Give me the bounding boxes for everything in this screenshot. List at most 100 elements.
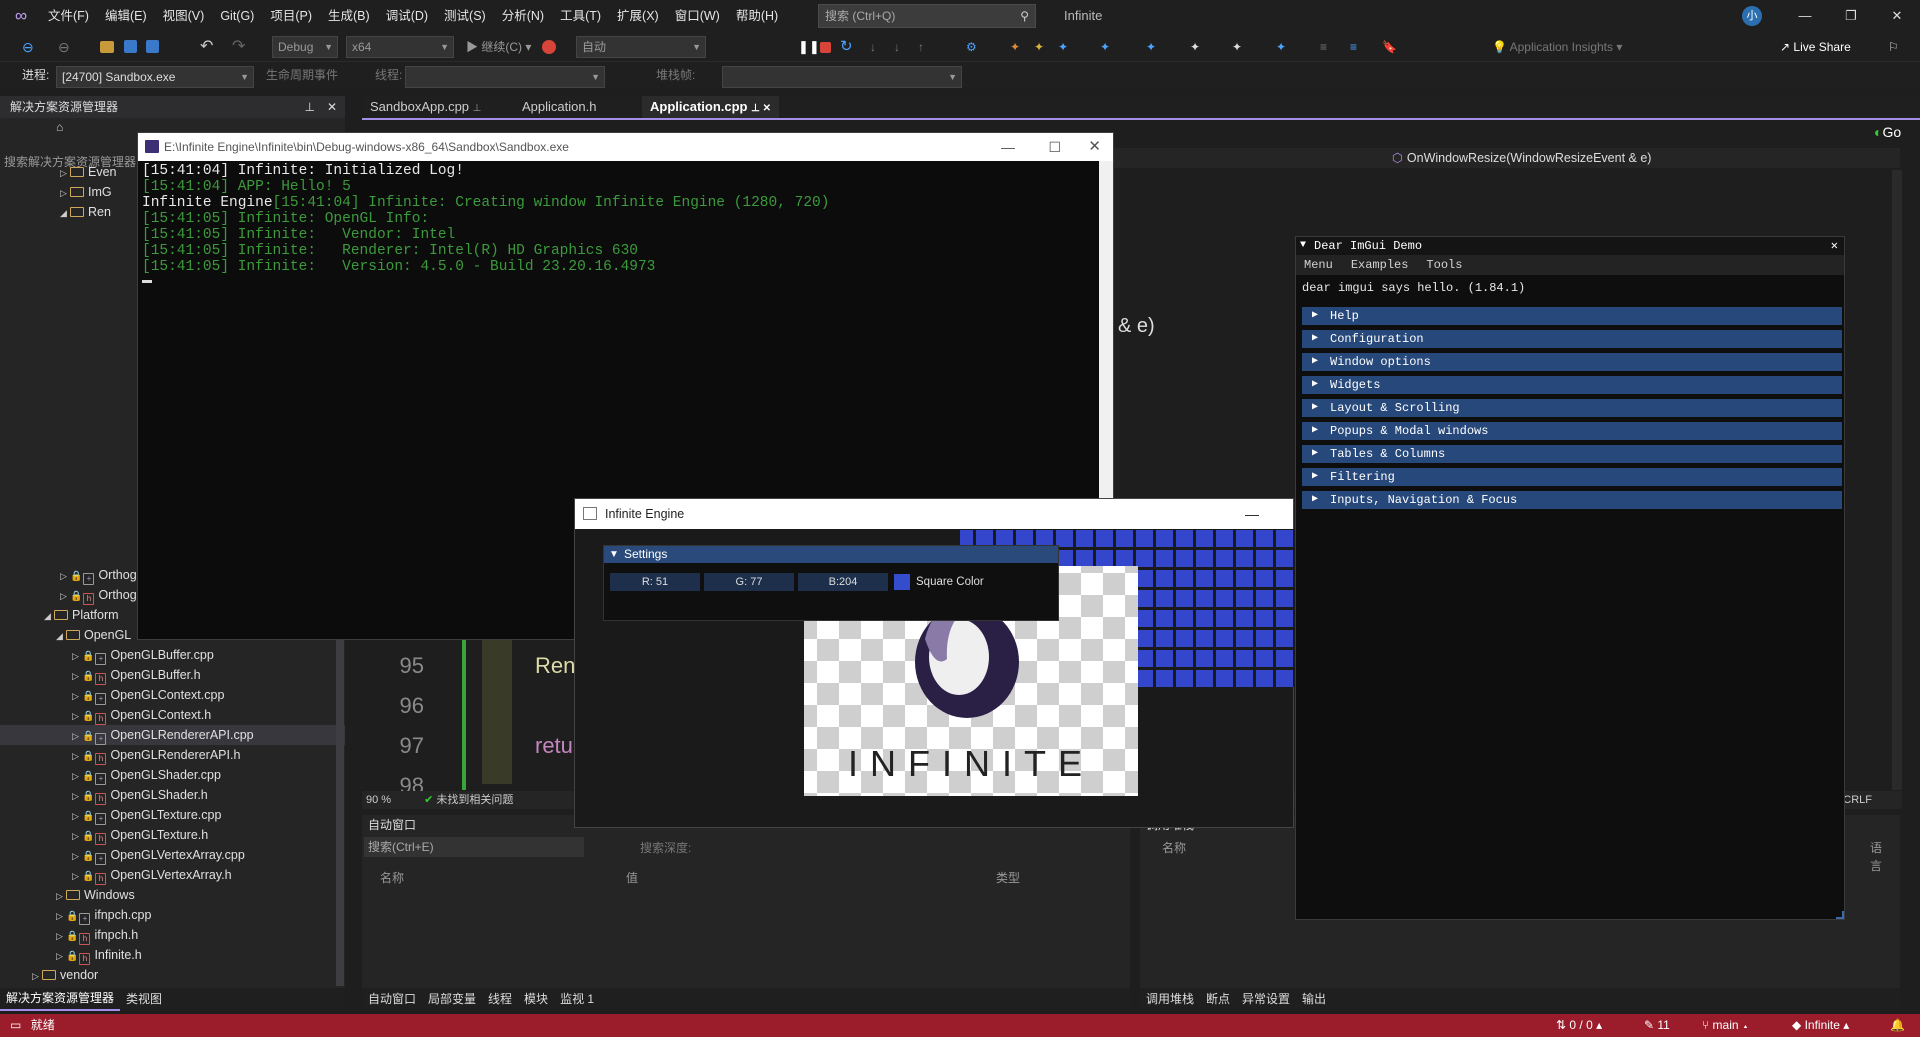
pause-icon[interactable]: ❚❚: [798, 38, 820, 56]
expand-arrow-icon[interactable]: ▷: [72, 806, 82, 826]
zoom-dropdown[interactable]: 90 %: [366, 794, 391, 806]
bottom-tab[interactable]: 自动窗口: [362, 988, 422, 1010]
imgui-menu-item[interactable]: Tools: [1426, 258, 1462, 272]
close-icon[interactable]: ✕: [1831, 237, 1838, 255]
menu-item[interactable]: 工具(T): [552, 0, 609, 32]
expand-arrow-icon[interactable]: ▷: [56, 926, 66, 946]
bottom-tab[interactable]: 解决方案资源管理器: [0, 987, 121, 1011]
expand-arrow-icon[interactable]: ◢: [56, 626, 66, 646]
tree-item[interactable]: ▷ 🔒 + OpenGLTexture.cpp: [0, 805, 345, 825]
git-changes-status[interactable]: ⇅ 0 / 0 ▴: [1556, 1014, 1602, 1037]
live-share-button[interactable]: ↗ Live Share: [1780, 36, 1851, 58]
bottom-tab[interactable]: 监视 1: [554, 988, 600, 1010]
expand-arrow-icon[interactable]: ▷: [56, 906, 66, 926]
imgui-collapsing-header[interactable]: ▶ Window options: [1302, 353, 1842, 371]
tree-item[interactable]: ▷ 🔒 h OpenGLShader.h: [0, 785, 345, 805]
minimize-icon[interactable]: —: [1001, 133, 1015, 161]
menu-item[interactable]: 帮助(H): [728, 0, 786, 32]
bottom-tab[interactable]: 调用堆栈: [1140, 988, 1200, 1010]
expand-arrow-icon[interactable]: ▷: [56, 886, 66, 906]
imgui-title-bar[interactable]: ▼ Dear ImGui Demo ✕: [1296, 237, 1844, 255]
menu-item[interactable]: 扩展(X): [609, 0, 667, 32]
undo-icon[interactable]: ↶: [200, 38, 218, 56]
close-icon[interactable]: ✕: [327, 96, 337, 118]
red-slider[interactable]: R: 51: [610, 573, 700, 591]
expand-arrow-icon[interactable]: ▷: [72, 706, 82, 726]
expand-arrow-icon[interactable]: ▷: [32, 966, 42, 986]
tool-icon[interactable]: ≡: [1350, 38, 1368, 56]
collapse-arrow-icon[interactable]: ▼: [1300, 237, 1306, 255]
expand-arrow-icon[interactable]: ▷: [60, 183, 70, 203]
tree-item[interactable]: ▷ 🔒 + OpenGLRendererAPI.cpp: [0, 725, 345, 745]
expand-arrow-icon[interactable]: ◢: [44, 606, 54, 626]
pin-icon[interactable]: ⊥: [305, 96, 315, 118]
back-icon[interactable]: ⊖: [22, 38, 40, 56]
open-folder-icon[interactable]: [100, 41, 114, 53]
step-out-icon[interactable]: ↑: [918, 38, 936, 56]
save-all-icon[interactable]: [146, 40, 159, 53]
tree-item[interactable]: ▷ 🔒 h OpenGLTexture.h: [0, 825, 345, 845]
minimize-icon[interactable]: —: [1245, 499, 1259, 529]
expand-arrow-icon[interactable]: ▷: [60, 566, 70, 586]
line-ending[interactable]: CRLF: [1843, 791, 1872, 809]
save-icon[interactable]: [124, 40, 137, 53]
menu-item[interactable]: 调试(D): [378, 0, 436, 32]
menu-item[interactable]: Git(G): [212, 0, 262, 32]
home-icon[interactable]: ⌂: [56, 120, 63, 134]
notification-icon[interactable]: 🔔: [1890, 1014, 1905, 1037]
expand-arrow-icon[interactable]: ▷: [72, 686, 82, 706]
application-insights-button[interactable]: 💡 Application Insights ▾: [1492, 36, 1622, 58]
menu-item[interactable]: 分析(N): [494, 0, 552, 32]
tool-icon[interactable]: ✦: [1058, 38, 1076, 56]
tree-item[interactable]: ▷ vendor: [0, 965, 345, 985]
blue-slider[interactable]: B:204: [798, 573, 888, 591]
tree-item[interactable]: ▷ 🔒 h ifnpch.h: [0, 925, 345, 945]
stack-frame-dropdown[interactable]: ▼: [722, 66, 962, 88]
redo-icon[interactable]: ↷: [232, 38, 250, 56]
expand-arrow-icon[interactable]: ▷: [72, 826, 82, 846]
thread-dropdown[interactable]: ▼: [405, 66, 605, 88]
color-swatch[interactable]: [894, 574, 910, 590]
continue-button[interactable]: ▶ 继续(C) ▾: [466, 36, 531, 58]
vertical-scrollbar[interactable]: [1892, 170, 1902, 790]
expand-arrow-icon[interactable]: ▷: [56, 946, 66, 966]
tree-item[interactable]: ▷ 🔒 + OpenGLShader.cpp: [0, 765, 345, 785]
menu-item[interactable]: 编辑(E): [97, 0, 155, 32]
member-navigation-dropdown[interactable]: ⬡ OnWindowResize(WindowResizeEvent & e): [1110, 148, 1900, 168]
tool-icon[interactable]: ✦: [1190, 38, 1208, 56]
imgui-collapsing-header[interactable]: ▶ Inputs, Navigation & Focus: [1302, 491, 1842, 509]
bookmark-icon[interactable]: 🔖: [1382, 38, 1400, 56]
imgui-collapsing-header[interactable]: ▶ Widgets: [1302, 376, 1842, 394]
close-icon[interactable]: ✕: [1874, 0, 1920, 32]
hot-reload-icon[interactable]: [542, 40, 556, 54]
menu-item[interactable]: 文件(F): [40, 0, 97, 32]
expand-arrow-icon[interactable]: ▷: [72, 866, 82, 886]
resize-grip[interactable]: [1836, 911, 1844, 919]
platform-dropdown[interactable]: x64 ▼: [346, 36, 454, 58]
imgui-collapsing-header[interactable]: ▶ Configuration: [1302, 330, 1842, 348]
tree-item[interactable]: ▷ 🔒 h OpenGLRendererAPI.h: [0, 745, 345, 765]
tree-item[interactable]: ▷ 🔒 h OpenGLVertexArray.h: [0, 865, 345, 885]
step-over-icon[interactable]: ↓: [894, 38, 912, 56]
menu-item[interactable]: 视图(V): [155, 0, 213, 32]
expand-arrow-icon[interactable]: ▷: [72, 726, 82, 746]
tree-item[interactable]: ▷ 🔒 + OpenGLContext.cpp: [0, 685, 345, 705]
imgui-menu-item[interactable]: Examples: [1351, 258, 1409, 272]
tree-item[interactable]: ▷ 🔒 + ifnpch.cpp: [0, 905, 345, 925]
imgui-collapsing-header[interactable]: ▶ Help: [1302, 307, 1842, 325]
tree-item[interactable]: ▷ 🔒 + OpenGLVertexArray.cpp: [0, 845, 345, 865]
account-icon[interactable]: 小: [1742, 6, 1762, 26]
forward-icon[interactable]: ⊖: [58, 38, 76, 56]
expand-arrow-icon[interactable]: ▷: [60, 163, 70, 183]
close-icon[interactable]: ✕: [1088, 133, 1101, 161]
pending-edits-status[interactable]: ✎ 11: [1644, 1014, 1670, 1037]
diagnostics-icon[interactable]: ⚙: [966, 38, 984, 56]
process-dropdown[interactable]: [24700] Sandbox.exe ▼: [56, 66, 254, 88]
restore-icon[interactable]: ❐: [1828, 0, 1874, 32]
expand-arrow-icon[interactable]: ▷: [72, 746, 82, 766]
bottom-tab[interactable]: 断点: [1200, 988, 1236, 1010]
bottom-tab[interactable]: 异常设置: [1236, 988, 1296, 1010]
expand-arrow-icon[interactable]: ▷: [72, 666, 82, 686]
settings-window[interactable]: ▼ Settings R: 51 G: 77 B:204 Square Color: [603, 545, 1059, 621]
lifecycle-events-button[interactable]: 生命周期事件: [266, 66, 338, 83]
